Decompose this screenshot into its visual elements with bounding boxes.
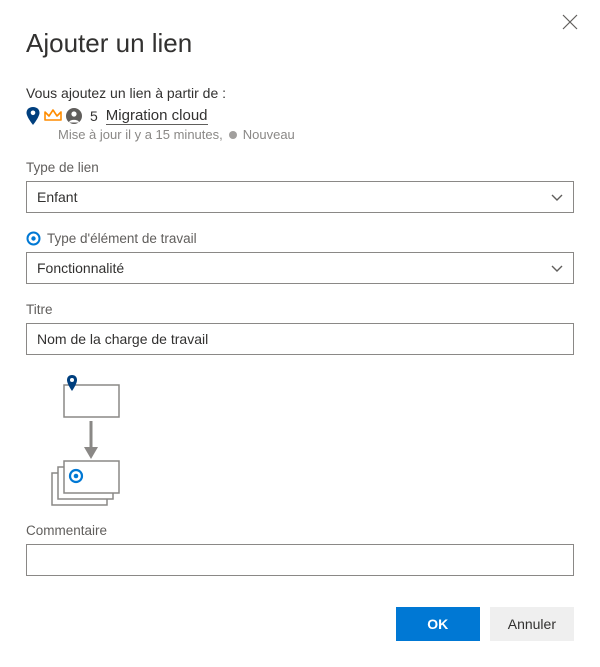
work-item-type-section: Type d'élément de travail Fonctionnalité	[26, 231, 574, 284]
source-item-link[interactable]: Migration cloud	[106, 107, 208, 125]
title-input[interactable]: Nom de la charge de travail	[26, 323, 574, 355]
link-type-label: Type de lien	[26, 160, 574, 175]
chevron-down-icon	[551, 260, 563, 276]
avatar-icon	[66, 108, 82, 124]
comment-label: Commentaire	[26, 523, 574, 538]
work-item-type-value: Fonctionnalité	[37, 260, 124, 276]
source-item-row: 5 Migration cloud	[26, 107, 574, 125]
updated-text: Mise à jour il y a 15 minutes,	[58, 127, 223, 142]
source-item-meta: Mise à jour il y a 15 minutes, Nouveau	[58, 127, 574, 142]
link-type-select[interactable]: Enfant	[26, 181, 574, 213]
title-value: Nom de la charge de travail	[37, 331, 208, 347]
work-item-type-label: Type d'élément de travail	[26, 231, 574, 246]
title-section: Titre Nom de la charge de travail	[26, 302, 574, 355]
source-item-id: 5	[90, 108, 98, 124]
comment-input[interactable]	[26, 544, 574, 576]
comment-section: Commentaire	[26, 523, 574, 576]
chevron-down-icon	[551, 189, 563, 205]
crown-icon	[44, 109, 62, 123]
title-label: Titre	[26, 302, 574, 317]
ok-button[interactable]: OK	[396, 607, 480, 641]
add-link-dialog: Ajouter un lien Vous ajoutez un lien à p…	[0, 0, 600, 667]
cancel-button[interactable]: Annuler	[490, 607, 574, 641]
dialog-footer: OK Annuler	[396, 607, 574, 641]
dialog-title: Ajouter un lien	[26, 28, 574, 59]
link-type-section: Type de lien Enfant	[26, 160, 574, 213]
close-button[interactable]	[562, 14, 582, 34]
work-item-type-select[interactable]: Fonctionnalité	[26, 252, 574, 284]
status-dot-icon	[229, 131, 237, 139]
status-text: Nouveau	[243, 127, 295, 142]
work-item-type-label-text: Type d'élément de travail	[47, 231, 197, 246]
target-icon	[26, 231, 41, 246]
close-icon	[562, 14, 578, 30]
intro-text: Vous ajoutez un lien à partir de :	[26, 85, 574, 101]
hierarchy-diagram	[26, 373, 574, 511]
link-type-value: Enfant	[37, 189, 77, 205]
pin-icon	[26, 107, 40, 125]
